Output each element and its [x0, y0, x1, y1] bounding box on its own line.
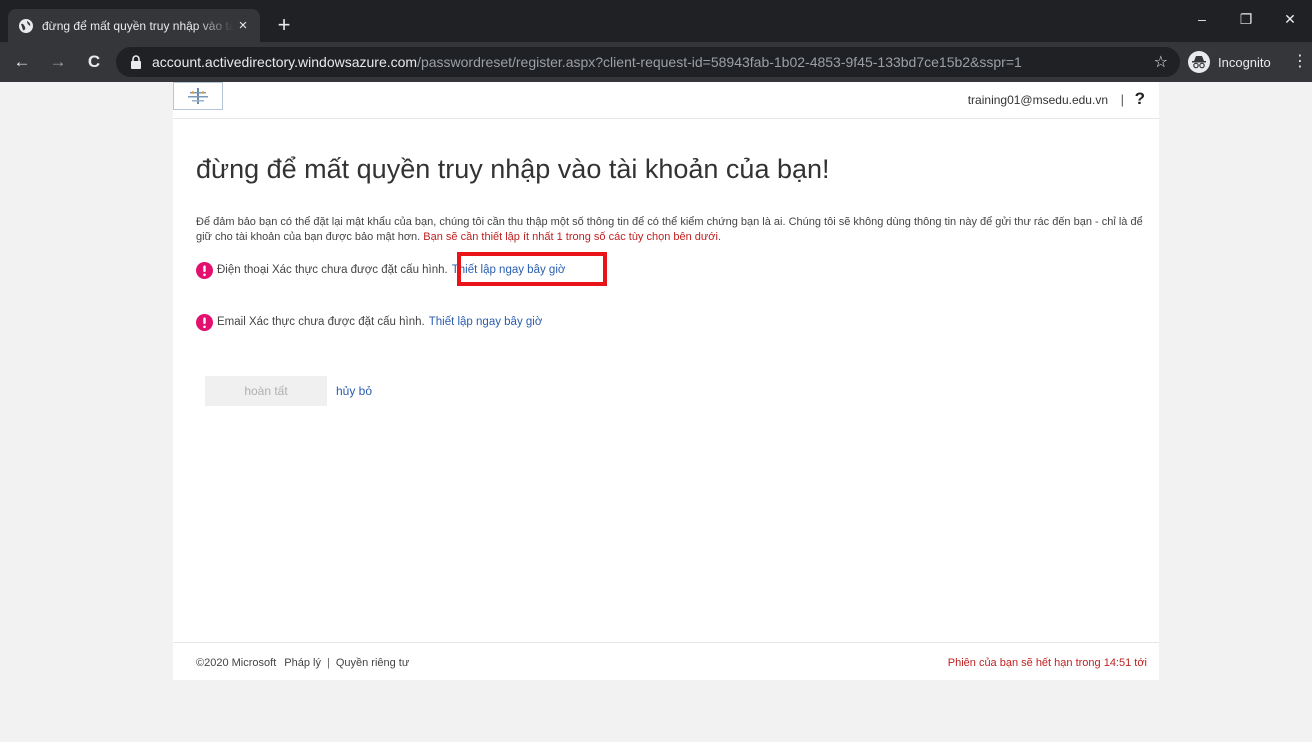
- user-email: training01@msedu.edu.vn: [967, 93, 1108, 107]
- close-window-button[interactable]: ✕: [1268, 6, 1312, 32]
- alert-icon: [196, 261, 213, 279]
- cancel-link[interactable]: hủy bỏ: [336, 384, 372, 398]
- url-path: /passwordreset/register.aspx?client-requ…: [417, 54, 1022, 70]
- org-logo: [173, 82, 223, 110]
- globe-icon: [19, 18, 33, 33]
- address-bar[interactable]: account.activedirectory.windowsazure.com…: [116, 47, 1180, 77]
- browser-menu-icon[interactable]: ⋮: [1292, 50, 1308, 74]
- org-logo-icon: [188, 88, 208, 104]
- url-text: account.activedirectory.windowsazure.com…: [152, 54, 1154, 70]
- reload-button[interactable]: C: [82, 50, 106, 74]
- legal-link[interactable]: Pháp lý: [284, 657, 321, 669]
- minimize-button[interactable]: –: [1180, 6, 1224, 32]
- forward-button[interactable]: →: [46, 50, 70, 74]
- restore-button[interactable]: ❐: [1224, 6, 1268, 32]
- back-button[interactable]: ←: [10, 50, 34, 74]
- page-container: training01@msedu.edu.vn | ? đừng để mất …: [173, 82, 1159, 680]
- bookmark-star-icon[interactable]: ☆: [1154, 52, 1168, 72]
- page-header: training01@msedu.edu.vn | ?: [173, 82, 1159, 119]
- intro-text: Để đảm bảo bạn có thể đặt lại mật khẩu c…: [196, 215, 1146, 245]
- url-host: account.activedirectory.windowsazure.com: [152, 54, 418, 70]
- phone-status-text: Điện thoại Xác thực chưa được đặt cấu hì…: [217, 264, 448, 276]
- incognito-label: Incognito: [1218, 54, 1271, 70]
- footer-links: ©2020 Microsoft Pháp lý | Quyền riêng tư: [196, 657, 409, 669]
- lock-icon: [131, 55, 141, 69]
- browser-toolbar: ← → C account.activedirectory.windowsazu…: [0, 42, 1312, 82]
- highlight-annotation: [457, 252, 607, 286]
- tab-close-icon[interactable]: ×: [234, 17, 252, 34]
- alert-icon: [196, 313, 213, 331]
- page-title: đừng để mất quyền truy nhập vào tài khoả…: [196, 154, 830, 184]
- email-setup-link[interactable]: Thiết lập ngay bây giờ: [429, 316, 543, 328]
- email-status-text: Email Xác thực chưa được đặt cấu hình.: [217, 316, 425, 328]
- new-tab-button[interactable]: +: [270, 12, 298, 40]
- copyright-text: ©2020 Microsoft: [196, 657, 277, 669]
- incognito-indicator[interactable]: Incognito: [1188, 48, 1271, 76]
- tab-title: đừng để mất quyền truy nhập vào tài khoả…: [42, 18, 234, 33]
- header-separator: |: [1120, 92, 1124, 107]
- intro-required-note: Bạn sẽ cần thiết lập ít nhất 1 trong số …: [423, 231, 722, 243]
- privacy-link[interactable]: Quyền riêng tư: [336, 657, 409, 669]
- finish-button[interactable]: hoàn tất: [205, 376, 327, 406]
- browser-tab-bar: đừng để mất quyền truy nhập vào tài khoả…: [0, 0, 1312, 42]
- session-expiry-text: Phiên của bạn sẽ hết hạn trong 14:51 tới: [947, 657, 1147, 669]
- help-button[interactable]: ?: [1135, 89, 1145, 109]
- browser-tab[interactable]: đừng để mất quyền truy nhập vào tài khoả…: [8, 9, 260, 42]
- incognito-icon: [1188, 51, 1210, 73]
- page-footer: ©2020 Microsoft Pháp lý | Quyền riêng tư Ph…: [173, 642, 1159, 681]
- email-status-row: Email Xác thực chưa được đặt cấu hình. T…: [196, 312, 542, 332]
- footer-separator: |: [326, 657, 330, 669]
